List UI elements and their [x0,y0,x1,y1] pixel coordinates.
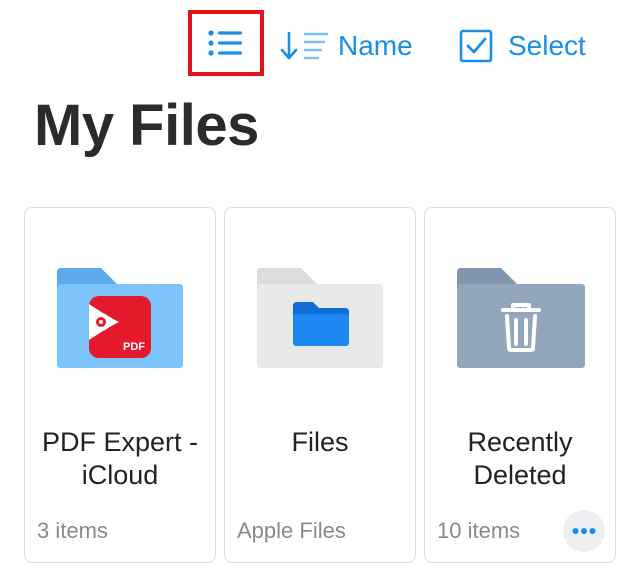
folder-name: PDF Expert - iCloud [41,427,199,490]
svg-text:PDF: PDF [123,341,145,353]
sort-by-name-button[interactable]: Name [280,22,413,70]
folder-card-files[interactable]: Files Apple Files [224,207,416,563]
pdf-expert-folder-icon: PDF [57,268,183,368]
select-button[interactable]: Select [458,22,586,70]
list-icon [208,30,242,56]
folder-source: Apple Files [237,518,346,543]
page-title: My Files [34,93,259,158]
sort-descending-icon [280,31,328,60]
folder-item-count: 3 items [37,518,108,543]
folder-item-count: 10 items [437,518,521,543]
more-dots-icon [572,528,596,534]
toolbar: Name Select [0,0,640,90]
folder-grid: PDF PDF Expert - iCloud 3 items Files Ap… [24,207,624,567]
view-toggle-button[interactable] [188,10,264,76]
folder-name: Files [291,427,349,457]
files-app-folder-icon [257,268,383,368]
select-label: Select [508,30,586,61]
folder-card-pdf-expert-icloud[interactable]: PDF PDF Expert - iCloud 3 items [24,207,216,563]
folder-name: Recently Deleted [467,427,573,490]
trash-folder-icon [457,268,585,368]
sort-label: Name [338,30,413,61]
checkbox-icon [459,29,493,63]
folder-card-recently-deleted[interactable]: Recently Deleted 10 items [424,207,616,563]
more-options-button[interactable] [563,510,605,552]
